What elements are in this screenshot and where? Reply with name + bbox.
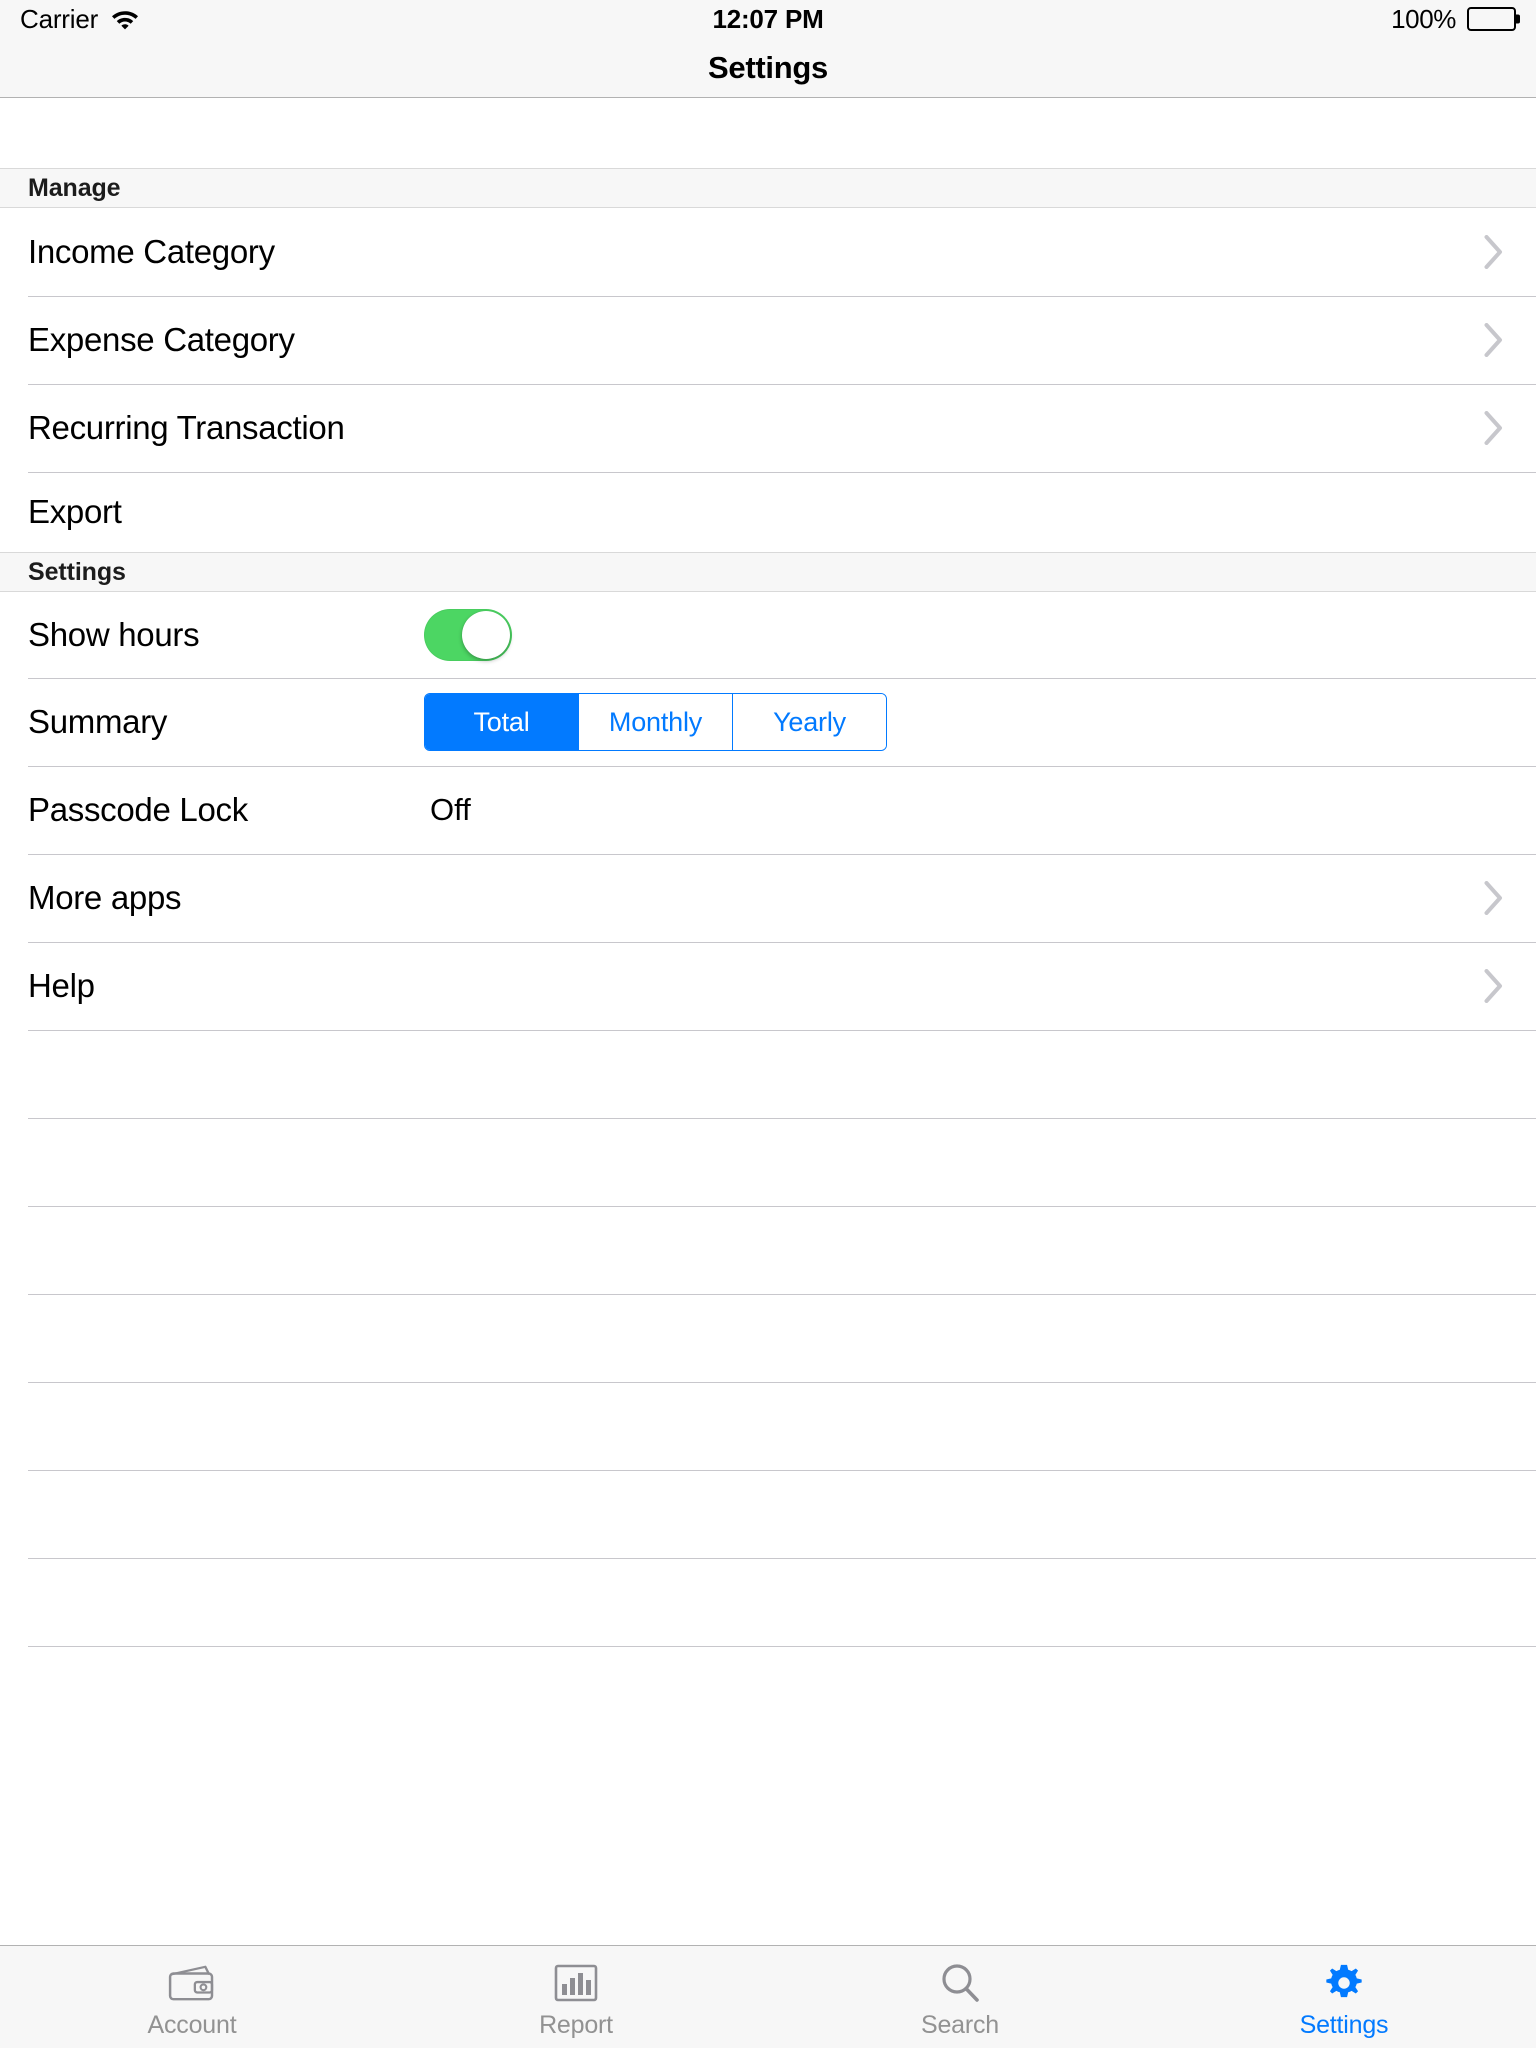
section-header-manage: Manage [0,168,1536,208]
tab-label: Report [539,2011,613,2039]
settings-row-income-category[interactable]: Income Category [0,208,1536,296]
settings-row-summary[interactable]: Summary Total Monthly Yearly [0,678,1536,766]
status-bar-center: 12:07 PM [0,0,1536,38]
row-label: Export [28,493,122,530]
tab-label: Search [920,2011,999,2039]
page-title: Settings [708,49,828,85]
battery-percent-label: 100% [1391,3,1456,34]
row-label: Passcode Lock [28,791,248,828]
bar-chart-icon [554,1960,598,2006]
navigation-bar: Settings [0,38,1536,98]
tab-settings[interactable]: Settings [1152,1946,1536,2048]
row-label: Recurring Transaction [28,409,345,446]
toggle-knob [462,611,510,659]
status-bar: Carrier 12:07 PM 100% [0,0,1536,38]
empty-row [0,1030,1536,1118]
gear-icon [1323,1960,1365,2006]
battery-full-icon [1467,7,1520,31]
segment-monthly[interactable]: Monthly [578,694,732,750]
row-label: Show hours [28,616,200,653]
passcode-lock-value: Off [430,792,471,827]
row-label: Summary [28,703,168,740]
row-label: Help [28,967,95,1004]
tab-label: Account [147,2011,237,2039]
status-bar-right: 100% [1391,3,1520,35]
settings-row-show-hours[interactable]: Show hours [0,592,1536,678]
chevron-right-icon [1484,411,1504,445]
empty-row [0,1558,1536,1646]
row-label: Expense Category [28,321,295,358]
settings-row-recurring-transaction[interactable]: Recurring Transaction [0,384,1536,472]
clock-label: 12:07 PM [712,3,824,34]
empty-row [0,1206,1536,1294]
carrier-label: Carrier [20,3,99,34]
tab-search[interactable]: Search [768,1946,1152,2048]
empty-row [0,1470,1536,1558]
empty-row [0,1294,1536,1382]
section-header-label: Manage [28,173,121,202]
section-header-settings: Settings [0,552,1536,592]
app-root: Carrier 12:07 PM 100% Settings Manage In… [0,0,1536,2048]
settings-row-export[interactable]: Export [0,472,1536,552]
chevron-right-icon [1484,881,1504,915]
status-bar-left: Carrier [20,4,140,35]
magnifier-icon [938,1960,982,2006]
wallet-icon [167,1960,217,2006]
settings-row-passcode-lock[interactable]: Passcode Lock Off [0,766,1536,854]
settings-row-more-apps[interactable]: More apps [0,854,1536,942]
row-label: Income Category [28,233,275,270]
show-hours-toggle-wrap[interactable] [424,609,512,661]
chevron-right-icon [1484,323,1504,357]
chevron-right-icon [1484,235,1504,269]
settings-row-expense-category[interactable]: Expense Category [0,296,1536,384]
chevron-right-icon [1484,969,1504,1003]
settings-list[interactable]: Manage Income Category Expense Category … [0,98,1536,1945]
tab-report[interactable]: Report [384,1946,768,2048]
show-hours-toggle[interactable] [424,609,512,661]
empty-row [0,1382,1536,1470]
summary-segmented-control[interactable]: Total Monthly Yearly [424,693,887,751]
wifi-icon [110,8,140,30]
tab-bar: Account Report Search Settings [0,1945,1536,2048]
section-header-label: Settings [28,557,126,586]
row-label: More apps [28,879,182,916]
segment-yearly[interactable]: Yearly [732,694,886,750]
segment-total[interactable]: Total [425,694,578,750]
list-top-spacer [0,98,1536,168]
tab-account[interactable]: Account [0,1946,384,2048]
empty-row [0,1646,1536,1734]
settings-row-help[interactable]: Help [0,942,1536,1030]
empty-row [0,1118,1536,1206]
tab-label: Settings [1299,2011,1389,2039]
empty-rows-area [0,1030,1536,1734]
